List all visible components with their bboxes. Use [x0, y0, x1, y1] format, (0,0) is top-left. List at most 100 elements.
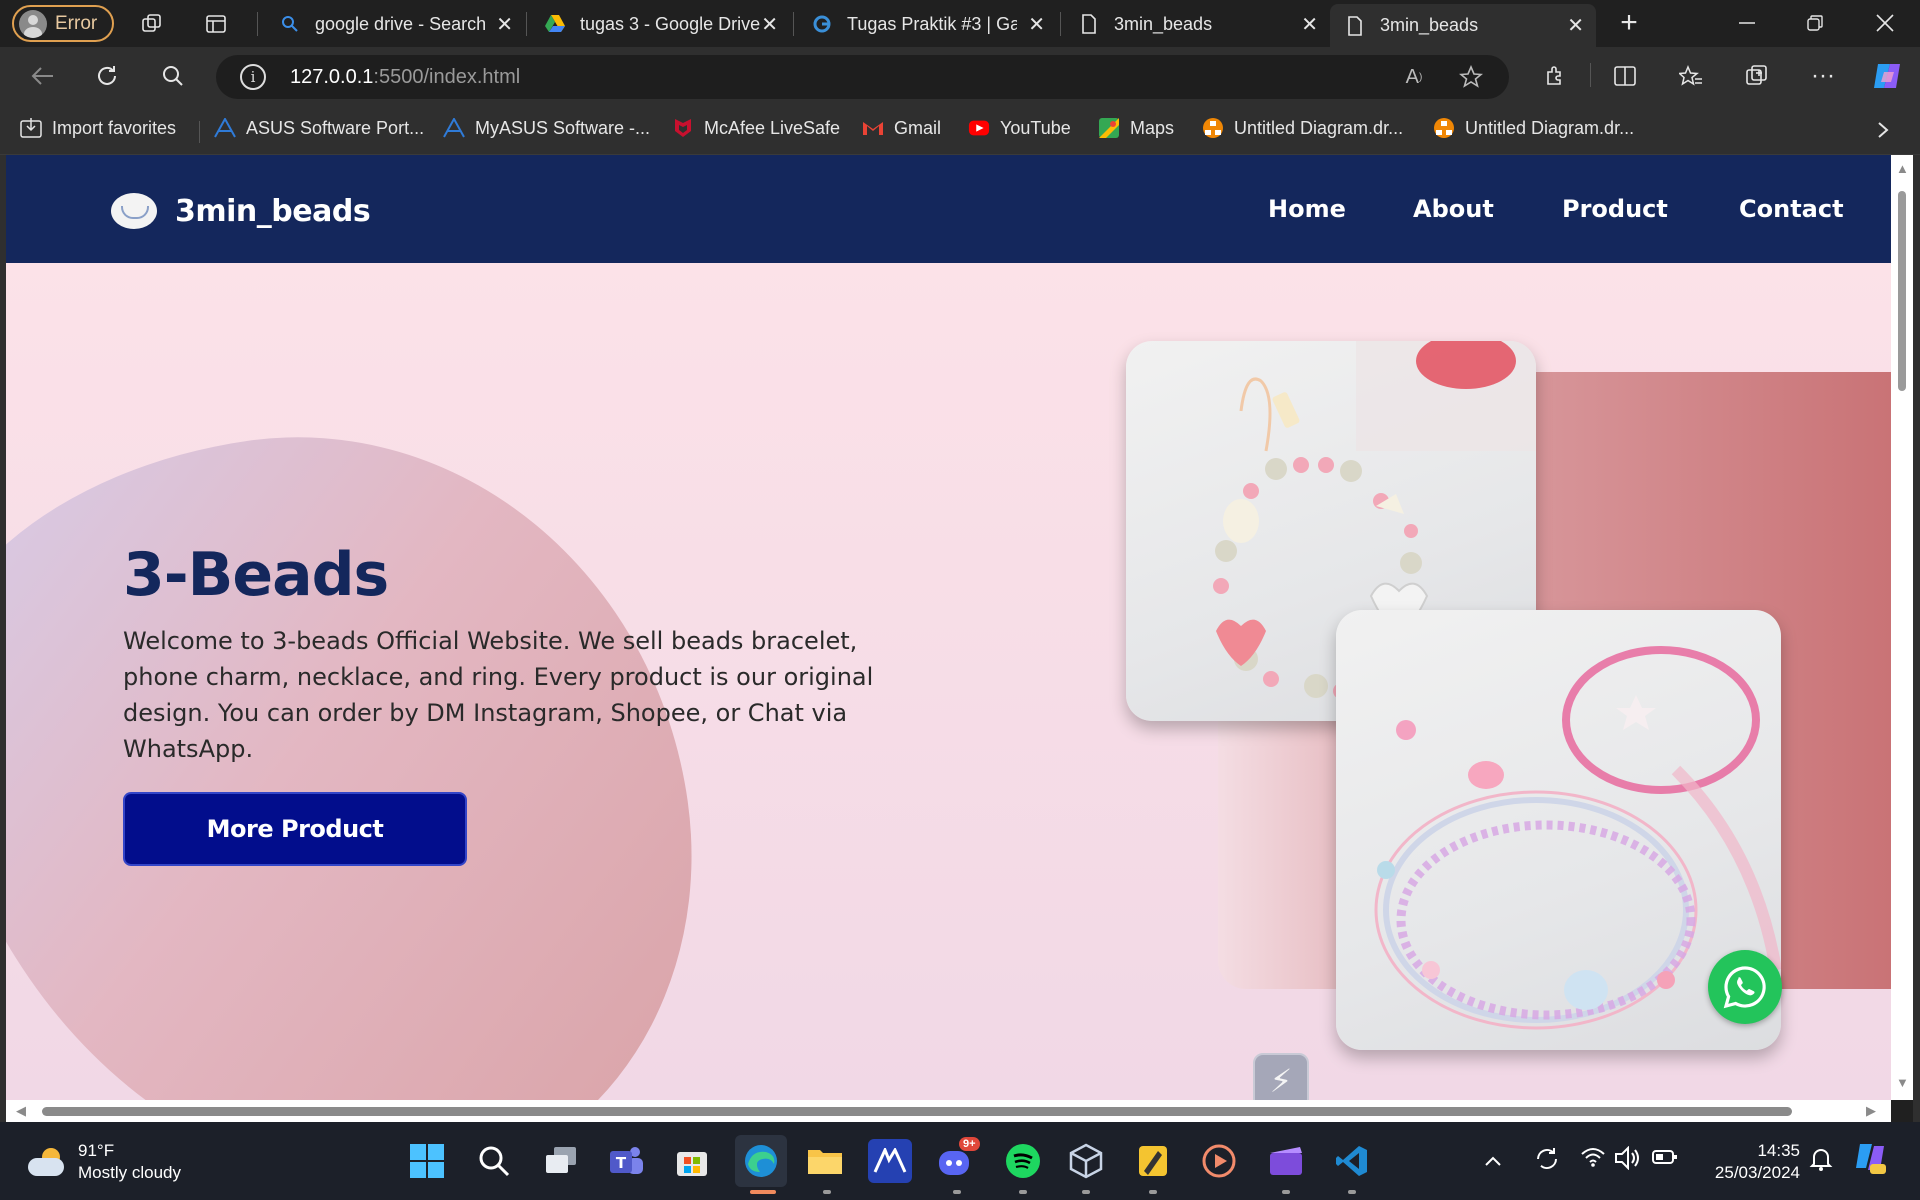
- restore-icon[interactable]: [1800, 8, 1830, 38]
- sync-icon[interactable]: [1534, 1146, 1560, 1178]
- vscode-icon[interactable]: [1330, 1139, 1374, 1183]
- vertical-tabs-icon[interactable]: [200, 10, 232, 38]
- more-product-button[interactable]: More Product: [123, 792, 467, 866]
- favorite-drawio-2[interactable]: Untitled Diagram.dr...: [1433, 117, 1634, 139]
- start-icon[interactable]: [405, 1139, 449, 1183]
- running-indicator: [1082, 1190, 1090, 1194]
- store-icon[interactable]: [670, 1139, 714, 1183]
- close-icon[interactable]: ✕: [1301, 12, 1318, 37]
- back-icon[interactable]: [26, 59, 60, 93]
- notification-badge: 9+: [959, 1137, 980, 1151]
- favorite-myasus[interactable]: MyASUS Software -...: [443, 117, 650, 139]
- favorite-import[interactable]: Import favorites: [20, 117, 176, 139]
- document-icon: [1344, 15, 1366, 37]
- favorite-maps[interactable]: Maps: [1098, 117, 1174, 139]
- tab-3min-beads-active[interactable]: 3min_beads ✕: [1330, 4, 1596, 47]
- tab-google-drive-search[interactable]: google drive - Search ✕: [265, 4, 525, 44]
- nav-contact[interactable]: Contact: [1739, 195, 1844, 223]
- profile-button[interactable]: Error: [12, 5, 114, 42]
- tab-google-drive[interactable]: tugas 3 - Google Drive ✕: [530, 4, 790, 44]
- running-indicator: [1149, 1190, 1157, 1194]
- scroll-right-icon[interactable]: ▶: [1866, 1103, 1876, 1119]
- drawio-icon: [1202, 117, 1224, 139]
- minimize-icon[interactable]: [1732, 8, 1762, 38]
- notification-bell-icon[interactable]: [1808, 1146, 1834, 1178]
- favorites-icon[interactable]: [1674, 59, 1708, 93]
- nav-product[interactable]: Product: [1562, 195, 1668, 223]
- site-info-icon[interactable]: i: [240, 64, 266, 90]
- search-icon: [279, 13, 301, 35]
- nav-home[interactable]: Home: [1268, 195, 1346, 223]
- virtualbox-icon[interactable]: [1064, 1139, 1108, 1183]
- more-options-icon[interactable]: ···: [1806, 59, 1840, 93]
- scroll-down-icon[interactable]: ▼: [1896, 1075, 1909, 1090]
- address-bar[interactable]: i 127.0.0.1:5500/index.html A): [216, 55, 1509, 99]
- profile-status-label: Error: [55, 12, 98, 34]
- app-icon[interactable]: [1131, 1139, 1175, 1183]
- split-screen-icon[interactable]: [1608, 59, 1642, 93]
- close-window-icon[interactable]: [1870, 8, 1900, 38]
- weather-widget[interactable]: 91°F Mostly cloudy: [26, 1140, 181, 1184]
- navigation-bar: i 127.0.0.1:5500/index.html A) ···: [0, 47, 1920, 105]
- search-icon[interactable]: [156, 59, 190, 93]
- site-logo[interactable]: 3min_beads: [111, 193, 371, 229]
- hero-title: 3-Beads: [123, 540, 389, 610]
- tab-3min-beads[interactable]: 3min_beads ✕: [1064, 4, 1330, 44]
- vertical-scroll-thumb[interactable]: [1898, 191, 1906, 391]
- search-icon[interactable]: [472, 1139, 516, 1183]
- app-icon[interactable]: [868, 1139, 912, 1183]
- import-icon: [20, 117, 42, 139]
- horizontal-scrollbar[interactable]: ◀ ▶: [6, 1100, 1891, 1122]
- battery-icon[interactable]: [1652, 1148, 1678, 1172]
- collections-icon[interactable]: [1740, 59, 1774, 93]
- favorite-mcafee[interactable]: McAfee LiveSafe: [672, 117, 840, 139]
- teams-icon[interactable]: T: [604, 1139, 648, 1183]
- volume-icon[interactable]: [1614, 1145, 1642, 1176]
- read-aloud-icon[interactable]: A): [1399, 63, 1429, 91]
- task-view-icon[interactable]: [539, 1139, 583, 1183]
- gmail-icon: [862, 117, 884, 139]
- close-icon[interactable]: ✕: [1567, 13, 1584, 38]
- copilot-icon[interactable]: [1852, 1140, 1888, 1182]
- scroll-up-icon[interactable]: ▲: [1896, 161, 1909, 176]
- edge-icon[interactable]: [735, 1135, 787, 1187]
- new-tab-icon[interactable]: +: [1614, 6, 1644, 39]
- workspaces-icon[interactable]: [136, 10, 168, 38]
- vertical-scrollbar[interactable]: ▲ ▼: [1891, 155, 1913, 1100]
- scroll-left-icon[interactable]: ◀: [16, 1103, 26, 1119]
- close-icon[interactable]: ✕: [1028, 12, 1045, 37]
- tab-tugas-praktik[interactable]: Tugas Praktik #3 | Ga ✕: [797, 4, 1057, 44]
- discord-icon[interactable]: 9+: [935, 1137, 980, 1183]
- tab-title: 3min_beads: [1114, 13, 1213, 34]
- close-icon[interactable]: ✕: [496, 12, 513, 37]
- nav-about[interactable]: About: [1413, 195, 1494, 223]
- asus-icon: [443, 117, 465, 139]
- wifi-icon[interactable]: [1580, 1146, 1606, 1174]
- favorite-gmail[interactable]: Gmail: [862, 117, 941, 139]
- weather-temperature: 91°F: [78, 1141, 115, 1160]
- chevron-up-icon[interactable]: [1484, 1150, 1502, 1173]
- close-icon[interactable]: ✕: [761, 12, 778, 37]
- extensions-icon[interactable]: [1538, 59, 1572, 93]
- spotify-icon[interactable]: [1001, 1139, 1045, 1183]
- copilot-icon[interactable]: [1868, 57, 1906, 95]
- tab-title: tugas 3 - Google Drive: [580, 13, 760, 34]
- chevron-right-icon[interactable]: [1870, 117, 1896, 143]
- favorite-youtube[interactable]: YouTube: [968, 117, 1071, 139]
- clipchamp-icon[interactable]: [1264, 1139, 1308, 1183]
- horizontal-scroll-thumb[interactable]: [42, 1107, 1792, 1116]
- partly-cloudy-icon: [26, 1146, 66, 1178]
- whatsapp-button[interactable]: [1708, 950, 1782, 1024]
- tab-bar: Error google drive - Search ✕ tugas 3 - …: [0, 0, 1920, 47]
- favorites-bar: Import favorites ASUS Software Port... M…: [0, 105, 1920, 155]
- favorite-star-icon[interactable]: [1456, 63, 1486, 91]
- media-player-icon[interactable]: [1197, 1139, 1241, 1183]
- favorite-asus-portal[interactable]: ASUS Software Port...: [214, 117, 424, 139]
- file-explorer-icon[interactable]: [803, 1139, 847, 1183]
- bolt-extension-icon[interactable]: ⚡: [1253, 1053, 1309, 1100]
- whatsapp-icon: [1723, 966, 1766, 1009]
- system-clock[interactable]: 14:35 25/03/2024: [1700, 1140, 1800, 1184]
- url-text[interactable]: 127.0.0.1:5500/index.html: [290, 66, 520, 89]
- favorite-drawio-1[interactable]: Untitled Diagram.dr...: [1202, 117, 1403, 139]
- refresh-icon[interactable]: [90, 59, 124, 93]
